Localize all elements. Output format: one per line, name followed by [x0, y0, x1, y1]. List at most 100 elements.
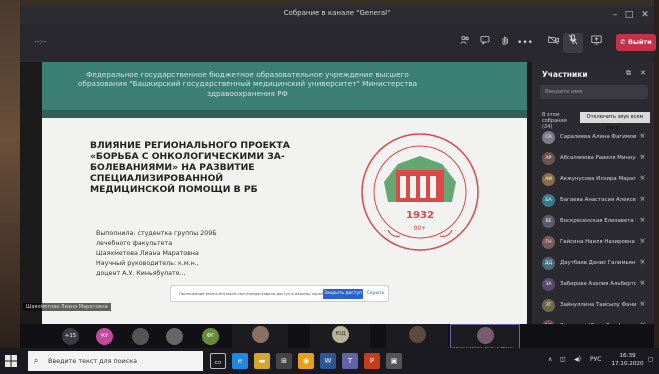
participant-name: Саралиева Алина Фагимовна — [560, 134, 636, 140]
participant-face — [252, 326, 269, 343]
slide-author-line: Научный руководитель: к.м.н., — [96, 260, 199, 267]
avatar: ЗА — [542, 278, 555, 291]
slide-title-line: МЕДИЦИНСКОЙ ПОМОЩИ В РБ — [90, 184, 258, 195]
store-icon[interactable]: ⊞ — [276, 353, 292, 369]
screen-share-bar: Приложение teams.microsoft.com предостав… — [170, 285, 389, 302]
participant-name: Гайсина Наиля Назировна — [560, 239, 635, 245]
slide-author-line: лечебного факультета — [96, 240, 173, 247]
mic-muted-icon: ✎̸ — [640, 217, 646, 224]
meeting-stage: Федеральное государственное бюджетное об… — [20, 62, 532, 324]
share-screen-icon[interactable] — [586, 33, 606, 53]
avatar: ДД — [542, 257, 555, 270]
slide-author-block: Выполнила: студентка группы 209Б лечебно… — [96, 229, 261, 279]
share-notice: Приложение teams.microsoft.com предостав… — [179, 291, 327, 296]
participant-row[interactable]: ДД Даутбаев Данис Галимьянов... ✎̸ — [532, 254, 654, 275]
invite-input[interactable]: Введите имя — [540, 85, 648, 99]
powerpoint-icon[interactable]: P — [364, 353, 380, 369]
mic-icon[interactable] — [563, 33, 583, 53]
mic-muted-icon: ✎̸ — [640, 154, 646, 161]
participant-face: ЮД — [332, 326, 349, 343]
participant-row[interactable]: ЗА Забирова Азалия Альбертов... ✎̸ — [532, 275, 654, 296]
window-title: Собрание в канале "General" — [283, 9, 391, 17]
mute-all-button[interactable]: Отключить звук всем микр... — [580, 112, 650, 131]
participant-name: Зайнуллина Таисылу Фанито... — [560, 302, 636, 308]
avatar: КУ — [96, 328, 113, 345]
participant-row[interactable]: АР Абсалямова Равиля Миннул... ✎̸ — [532, 149, 654, 170]
slide-author-line: Шаяхметова Лиана Маратовна — [96, 250, 199, 257]
teams-icon[interactable]: T — [342, 353, 358, 369]
mic-muted-icon: ✎̸ — [640, 175, 646, 182]
search-icon: ⌕ — [34, 356, 39, 365]
file-explorer-icon[interactable]: ▬ — [254, 353, 270, 369]
overflow-count[interactable]: +15 — [62, 328, 79, 345]
avatar: ГН — [542, 236, 555, 249]
mic-muted-icon: ✎̸ — [640, 259, 646, 266]
taskbar-search-placeholder: Введите текст для поиска — [48, 357, 138, 365]
mic-muted-icon: ✎̸ — [640, 280, 646, 287]
chat-icon[interactable] — [475, 33, 495, 53]
slide-header-band — [42, 110, 527, 118]
avatar: ВЕ — [542, 215, 555, 228]
leave-button[interactable]: ✆ Выйти — [616, 34, 656, 51]
participants-icon[interactable] — [455, 33, 475, 53]
slide-title-line: СПЕЦИАЛИЗИРОВАННОЙ — [90, 173, 224, 184]
mic-muted-icon: ✎̸ — [640, 301, 646, 308]
university-emblem: 1932 90+ — [361, 133, 479, 251]
slide-title: ВЛИЯНИЕ РЕГИОНАЛЬНОГО ПРОЕКТА «БОРЬБА С … — [90, 140, 320, 195]
avatar: АИ — [542, 173, 555, 186]
avatar: АР — [542, 152, 555, 165]
slide-header-text: Федеральное государственное бюджетное об… — [77, 70, 418, 98]
phone-icon: ✆ — [620, 38, 628, 46]
participant-row[interactable]: ГН Гайсина Наиля Назировна ✎̸ — [532, 233, 654, 254]
raise-hand-icon[interactable] — [495, 33, 515, 53]
app-icon[interactable]: ▣ — [386, 353, 402, 369]
participant-row[interactable]: ЗТ Зайнуллина Таисылу Фанито... ✎̸ — [532, 296, 654, 317]
meeting-toolbar: --:-- ••• ✆ Выйти — [20, 24, 656, 62]
taskbar-search-input[interactable]: ⌕ Введите текст для поиска — [28, 351, 203, 371]
camera-icon[interactable] — [543, 33, 563, 53]
edge-icon[interactable]: e — [232, 353, 248, 369]
volume-icon[interactable]: ◀) — [574, 356, 581, 363]
language-indicator[interactable]: РУС — [590, 356, 601, 363]
close-icon[interactable]: ✕ — [638, 8, 652, 22]
avatar — [132, 328, 149, 345]
avatar — [166, 328, 183, 345]
tray-chevron-icon[interactable]: ∧ — [548, 356, 552, 363]
participant-name: Воскресенская Елизавета Ко... — [560, 218, 636, 224]
participant-row[interactable]: ВЕ Воскресенская Елизавета Ко... ✎̸ — [532, 212, 654, 233]
hide-share-bar-button[interactable]: Скрыть — [367, 289, 385, 299]
slide-author-line: доцент А.У. Киньябулато... — [96, 270, 186, 277]
avatar: ЗТ — [542, 299, 555, 312]
network-icon[interactable]: ◫ — [560, 356, 566, 363]
chrome-icon[interactable]: ◉ — [298, 353, 314, 369]
close-panel-icon[interactable]: ✕ — [640, 69, 646, 77]
emblem-year: 1932 — [406, 210, 434, 221]
popout-icon[interactable]: ⧉ — [626, 69, 631, 78]
mic-muted-icon: ✎̸ — [640, 133, 646, 140]
slide-title-line: ВЛИЯНИЕ РЕГИОНАЛЬНОГО ПРОЕКТА — [90, 140, 290, 151]
word-icon[interactable]: W — [320, 353, 336, 369]
minimize-icon[interactable]: – — [608, 8, 622, 22]
avatar: БА — [542, 194, 555, 207]
meeting-timer: --:-- — [34, 38, 47, 46]
avatar: СА — [542, 131, 555, 144]
maximize-icon[interactable]: □ — [622, 8, 636, 22]
participant-face — [409, 326, 426, 343]
slide-title-line: БОЛЕВАНИЯМИ» НА РАЗВИТИЕ — [90, 162, 255, 173]
slide-title-line: «БОРЬБА С ОНКОЛОГИЧЕСКИМИ ЗА- — [90, 151, 285, 162]
mic-muted-icon: ✎̸ — [640, 238, 646, 245]
participant-row[interactable]: СА Саралиева Алина Фагимовна ✎̸ — [532, 128, 654, 149]
notifications-icon[interactable]: ▢ — [648, 356, 654, 363]
participant-row[interactable]: АИ Акжунусова Илзира Марато... ✎̸ — [532, 170, 654, 191]
participants-panel: Участники ⧉ ✕ Введите имя В этом собрани… — [532, 62, 654, 354]
title-bar: Собрание в канале "General" – □ ✕ — [20, 6, 654, 24]
windows-logo-icon[interactable] — [5, 355, 17, 367]
mic-muted-icon: ✎̸ — [640, 196, 646, 203]
participant-name: Абсалямова Равиля Миннул... — [560, 155, 636, 161]
taskbar-clock[interactable]: 16:39 17.10.2020 — [610, 352, 645, 368]
avatar: ФГ — [202, 328, 219, 345]
stop-sharing-button[interactable]: Закрыть доступ — [323, 289, 363, 299]
task-view-icon[interactable]: ▭ — [210, 353, 226, 369]
more-icon[interactable]: ••• — [515, 33, 535, 53]
participant-row[interactable]: БА Багаева Анастасия Алексеев... ✎̸ — [532, 191, 654, 212]
